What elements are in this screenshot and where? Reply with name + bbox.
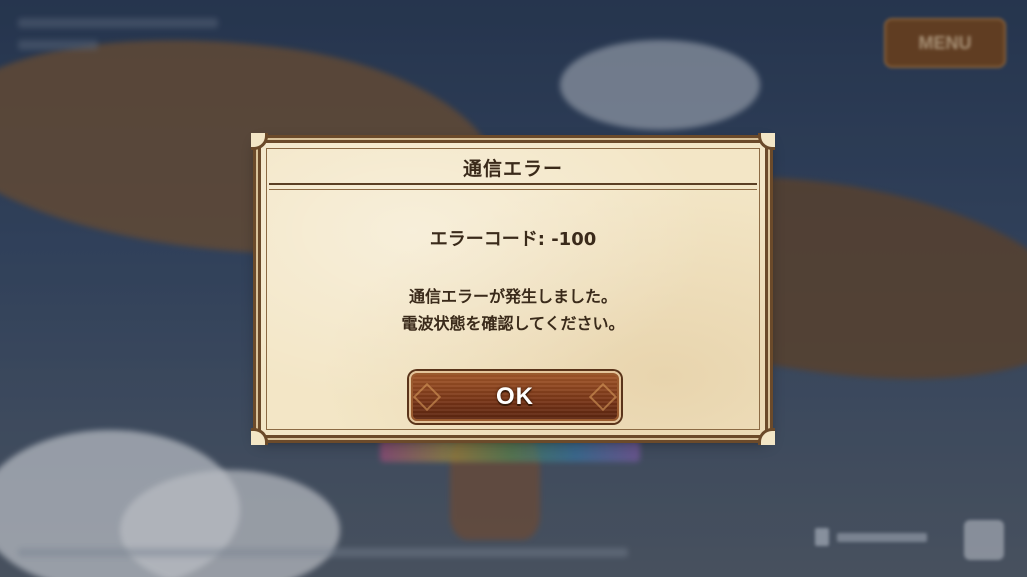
error-message-line: 通信エラーが発生しました。 bbox=[408, 287, 617, 306]
corner-ornament bbox=[758, 133, 775, 150]
dialog-header: 通信エラー bbox=[269, 149, 757, 185]
corner-ornament bbox=[758, 428, 775, 445]
dialog-title: 通信エラー bbox=[462, 157, 563, 180]
game-screen: MENU 通信エラー エラーコード: -100 通信エラーが発生しました。 電波… bbox=[0, 0, 1027, 577]
header-divider bbox=[269, 183, 757, 190]
error-dialog: 通信エラー エラーコード: -100 通信エラーが発生しました。 電波状態を確認… bbox=[251, 133, 775, 445]
error-message: 通信エラーが発生しました。 電波状態を確認してください。 bbox=[261, 283, 765, 337]
ok-button[interactable]: OK bbox=[409, 371, 621, 423]
ok-button-label: OK bbox=[496, 383, 534, 410]
error-code-text: エラーコード: -100 bbox=[429, 229, 597, 250]
corner-ornament bbox=[251, 133, 268, 150]
ornament-icon bbox=[588, 382, 618, 412]
corner-ornament bbox=[251, 428, 268, 445]
ornament-icon bbox=[412, 382, 442, 412]
error-message-line: 電波状態を確認してください。 bbox=[401, 314, 625, 333]
